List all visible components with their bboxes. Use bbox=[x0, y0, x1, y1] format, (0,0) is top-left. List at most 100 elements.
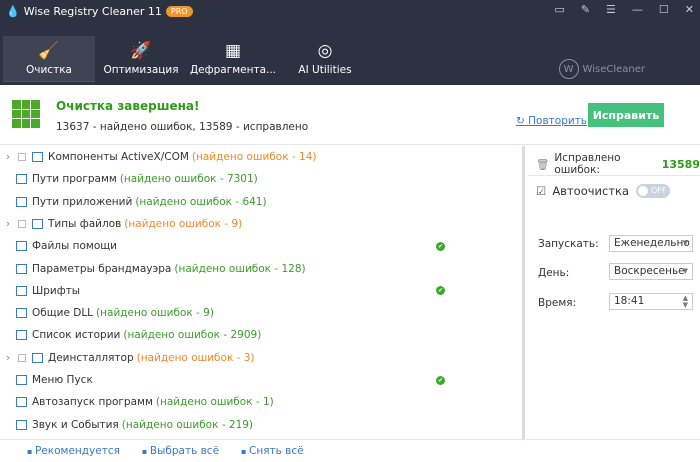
pro-badge: PRO bbox=[165, 6, 193, 17]
wisecleaner-logo: W WiseCleaner bbox=[558, 59, 645, 79]
tab-0[interactable]: 🧹 Очистка bbox=[3, 36, 95, 82]
category-icon bbox=[32, 218, 43, 229]
category-icon bbox=[16, 196, 27, 207]
error-count: (найдено ошибок - 1) bbox=[155, 396, 274, 409]
category-icon bbox=[16, 397, 27, 408]
list-item[interactable]: Меню Пуск ✔ bbox=[0, 369, 520, 391]
tab-label: Дефрагмента... bbox=[189, 64, 277, 76]
chevron-down-icon: ▼ bbox=[682, 239, 688, 247]
tab-2[interactable]: ▦ Дефрагмента... bbox=[187, 36, 279, 82]
refresh-icon: ↻ bbox=[516, 115, 525, 127]
chevron-down-icon: ▼ bbox=[682, 267, 688, 275]
footer: Рекомендуется Выбрать всё Снять всё bbox=[0, 439, 700, 462]
droplet-logo-icon: 💧 bbox=[6, 5, 20, 18]
list-item[interactable]: › Деинсталлятор (найдено ошибок - 3) bbox=[0, 347, 520, 369]
category-icon bbox=[16, 419, 27, 430]
error-count: (найдено ошибок - 14) bbox=[191, 151, 317, 163]
list-item[interactable]: Пути программ (найдено ошибок - 7301) bbox=[0, 168, 520, 190]
list-item[interactable]: Параметры брандмауэра (найдено ошибок - 1… bbox=[0, 258, 520, 280]
retry-link[interactable]: ↻ Повторить bbox=[516, 115, 587, 127]
item-label: Пути программ bbox=[32, 173, 117, 186]
list-item[interactable]: Список истории (найдено ошибок - 2909) bbox=[0, 324, 520, 346]
list-item[interactable]: Автозапуск программ (найдено ошибок - 1) bbox=[0, 391, 520, 413]
clipboard-check-icon: ☑ bbox=[536, 184, 547, 198]
time-stepper[interactable]: 18:41 ▲ ▼ bbox=[609, 293, 693, 310]
check-circle-icon: ✔ bbox=[436, 375, 445, 385]
close-icon[interactable]: ✕ bbox=[685, 3, 694, 16]
feedback-icon[interactable]: ▭ bbox=[554, 3, 564, 16]
error-count: (найдено ошибок - 9) bbox=[124, 217, 243, 230]
list-item[interactable]: Шрифты ✔ bbox=[0, 280, 520, 302]
category-icon bbox=[16, 285, 27, 296]
app-title: 💧 Wise Registry Cleaner 11 PRO bbox=[6, 5, 193, 18]
category-icon bbox=[16, 174, 27, 185]
day-label: День: bbox=[538, 267, 570, 279]
fix-button[interactable]: Исправить bbox=[588, 103, 664, 127]
tab-label: Оптимизация bbox=[103, 64, 179, 76]
minimize-icon[interactable]: — bbox=[632, 3, 643, 16]
trash-icon: 🗑 bbox=[536, 158, 550, 171]
run-label: Запускать: bbox=[538, 238, 599, 250]
category-icon bbox=[16, 263, 27, 274]
item-label: Деинсталлятор bbox=[48, 351, 134, 364]
item-label: Пути приложений bbox=[32, 195, 133, 208]
item-label: Шрифты bbox=[32, 284, 81, 297]
category-icon bbox=[16, 375, 27, 385]
day-select[interactable]: Воскресенье ▼ bbox=[609, 263, 693, 280]
error-count: (найдено ошибок - 7301) bbox=[119, 173, 258, 186]
error-count: (найдено ошибок - 2909) bbox=[123, 329, 262, 342]
app-name: Wise Registry Cleaner 11 bbox=[23, 5, 162, 18]
category-icon bbox=[16, 241, 27, 252]
error-count: (найдено ошибок - 128) bbox=[174, 262, 306, 275]
tab-3[interactable]: ◎ AI Utilities bbox=[279, 36, 371, 82]
category-icon bbox=[32, 152, 43, 162]
chevron-right-icon[interactable]: › bbox=[2, 218, 14, 230]
deselect-all-link[interactable]: Снять всё bbox=[241, 445, 304, 457]
item-label: Файлы помощи bbox=[32, 240, 117, 253]
error-count: (найдено ошибок - 641) bbox=[135, 195, 267, 208]
ai-icon: ◎ bbox=[317, 41, 333, 61]
error-count: (найдено ошибок - 3) bbox=[136, 351, 255, 364]
select-all-link[interactable]: Выбрать всё bbox=[142, 445, 219, 457]
list-item[interactable]: Общие DLL (найдено ошибок - 9) bbox=[0, 302, 520, 324]
chevron-right-icon[interactable]: › bbox=[2, 151, 14, 163]
item-label: Компоненты ActiveX/COM bbox=[48, 151, 189, 163]
rocket-icon: 🚀 bbox=[130, 41, 152, 61]
list-item[interactable]: › Типы файлов (найдено ошибок - 9) bbox=[0, 213, 520, 235]
item-label: Автозапуск программ bbox=[32, 396, 153, 409]
recommended-link[interactable]: Рекомендуется bbox=[27, 445, 120, 457]
maximize-icon[interactable]: ☐ bbox=[659, 3, 669, 16]
check-circle-icon: ✔ bbox=[436, 286, 445, 296]
item-label: Типы файлов bbox=[48, 217, 122, 230]
status-summary: 13637 - найдено ошибок, 13589 - исправле… bbox=[56, 121, 309, 133]
list-item[interactable]: › Компоненты ActiveX/COM (найдено ошибок -… bbox=[0, 146, 520, 168]
list-item[interactable]: Пути приложений (найдено ошибок - 641) bbox=[0, 191, 520, 213]
title-bar: 💧 Wise Registry Cleaner 11 PRO ▭ ✎ ☰ — ☐… bbox=[0, 0, 700, 85]
scrollbar[interactable] bbox=[522, 146, 525, 439]
auto-clean-toggle[interactable]: OFF bbox=[636, 184, 670, 198]
status-title: Очистка завершена! bbox=[56, 99, 200, 113]
error-count: (найдено ошибок - 9) bbox=[96, 307, 214, 320]
checkbox[interactable] bbox=[18, 353, 26, 362]
grid-icon: ▦ bbox=[224, 41, 242, 61]
checkbox[interactable] bbox=[18, 219, 26, 228]
tab-label: AI Utilities bbox=[298, 64, 352, 76]
status-grid-icon bbox=[12, 100, 40, 128]
auto-clean-label: Автоочистка bbox=[552, 184, 630, 198]
run-frequency-select[interactable]: Еженедельно ▼ bbox=[609, 235, 693, 252]
side-panel: 🗑 Исправлено ошибок: 13589 ☑ Автоочистка OF… bbox=[528, 146, 700, 439]
menu-icon[interactable]: ☰ bbox=[606, 3, 616, 16]
item-label: Общие DLL bbox=[32, 307, 94, 320]
category-icon bbox=[32, 352, 43, 363]
tab-label: Очистка bbox=[26, 63, 72, 76]
tab-1[interactable]: 🚀 Оптимизация bbox=[95, 36, 187, 82]
item-label: Звук и События bbox=[32, 418, 119, 431]
list-item[interactable]: Звук и События (найдено ошибок - 219) bbox=[0, 414, 520, 436]
category-list: › Компоненты ActiveX/COM (найдено ошибок -… bbox=[0, 146, 524, 439]
list-item[interactable]: Файлы помощи ✔ bbox=[0, 235, 520, 257]
checkbox[interactable] bbox=[18, 153, 26, 161]
item-label: Список истории bbox=[32, 329, 121, 342]
notes-icon[interactable]: ✎ bbox=[581, 3, 590, 16]
chevron-right-icon[interactable]: › bbox=[2, 352, 14, 364]
result-header: Очистка завершена! 13637 - найдено ошибо… bbox=[0, 85, 700, 145]
